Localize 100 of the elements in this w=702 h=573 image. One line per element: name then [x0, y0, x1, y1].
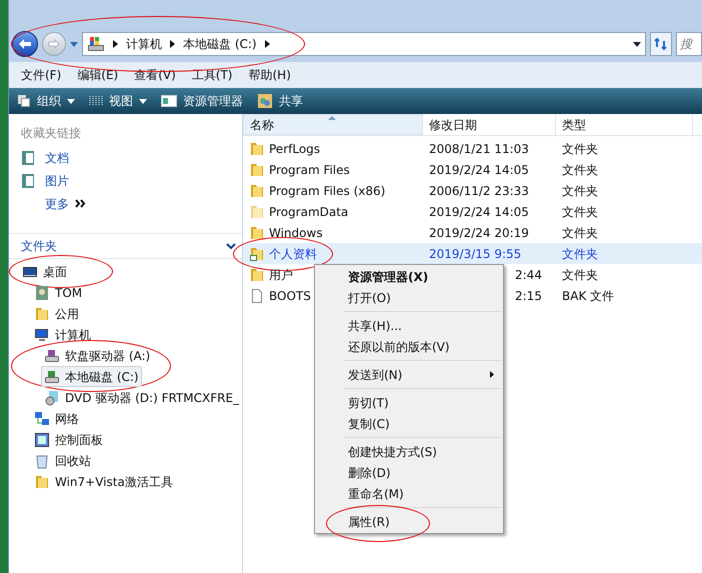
user-folder-icon [34, 284, 50, 300]
more-link[interactable]: 更多 [21, 192, 87, 215]
date-cell: 2019/2/24 14:05 [429, 204, 529, 218]
type-cell: 文件夹 [562, 226, 598, 240]
type-cell: BAK 文件 [562, 288, 614, 302]
folder-icon [249, 266, 265, 282]
file-name[interactable]: 用户 [269, 266, 293, 284]
folder-icon [249, 224, 265, 240]
favorite-link[interactable]: 图片 [21, 169, 242, 192]
forward-arrow-icon [48, 39, 60, 49]
date-cell: 2019/2/24 14:05 [429, 162, 529, 176]
drive-icon [44, 348, 60, 364]
file-name[interactable]: PerfLogs [269, 140, 320, 158]
date-cell: 2:15 [515, 288, 542, 302]
window-icon [161, 95, 177, 107]
context-menu-item[interactable]: 资源管理器(X) [344, 266, 502, 287]
tree-item[interactable]: 桌面 [19, 261, 70, 282]
dropdown-arrow-icon [67, 98, 75, 104]
file-name[interactable]: Program Files (x86) [269, 182, 386, 200]
tree-item[interactable]: 公用 [31, 303, 82, 324]
context-menu-item[interactable]: 共享(H)... [344, 315, 502, 336]
type-cell: 文件夹 [562, 246, 598, 260]
section-title: 文件夹 [21, 238, 58, 255]
toolbar-button[interactable]: 资源管理器 [161, 92, 243, 110]
submenu-arrow-icon [490, 371, 494, 378]
document-icon [21, 150, 37, 166]
column-header[interactable]: 修改日期 [423, 114, 556, 135]
type-cell: 文件夹 [562, 268, 598, 282]
tree-item[interactable]: 计算机 [31, 324, 94, 345]
chevron-right-icon[interactable] [170, 40, 175, 48]
tree-item[interactable]: 软盘驱动器 (A:) [41, 345, 154, 366]
context-menu-item[interactable]: 创建快捷方式(S) [344, 441, 502, 462]
toolbar-button[interactable]: 视图 [89, 92, 147, 110]
folder-icon [34, 474, 50, 490]
breadcrumb[interactable]: 本地磁盘 (C:) [183, 35, 257, 53]
menu-item[interactable]: 文件(F) [21, 66, 62, 84]
list-view-icon [89, 94, 103, 108]
back-button[interactable] [12, 31, 38, 57]
column-header[interactable]: 名称 [243, 114, 423, 135]
shortcut-folder-icon [249, 246, 265, 262]
file-name[interactable]: Program Files [269, 160, 350, 178]
double-chevron-icon [75, 199, 87, 208]
context-menu-item[interactable]: 复制(C) [344, 413, 502, 434]
back-arrow-icon [18, 38, 32, 50]
history-dropdown-icon[interactable] [70, 42, 78, 46]
context-menu-item[interactable]: 发送到(N) [344, 364, 502, 385]
context-menu-item[interactable]: 打开(O) [344, 287, 502, 308]
file-name[interactable]: BOOTS [269, 286, 311, 304]
type-cell: 文件夹 [562, 204, 598, 218]
section-title: 收藏夹链接 [21, 125, 82, 142]
address-bar[interactable]: 计算机 本地磁盘 (C:) [82, 32, 646, 56]
breadcrumb[interactable]: 计算机 [126, 35, 162, 53]
context-menu-item[interactable]: 属性(R) [344, 511, 502, 532]
tree-item[interactable]: DVD 驱动器 (D:) FRTMCXFRE_ [41, 387, 242, 408]
context-menu-item[interactable]: 删除(D) [344, 462, 502, 483]
sort-arrow-icon [328, 116, 336, 120]
recycle-bin-icon [34, 452, 50, 468]
dropdown-arrow-icon[interactable] [633, 42, 641, 46]
refresh-icon [654, 37, 668, 51]
date-cell: 2019/2/24 20:19 [429, 226, 529, 240]
tree-item[interactable]: Win7+Vista激活工具 [31, 471, 176, 492]
file-name[interactable]: 个人资料 [269, 244, 317, 262]
toolbar-button[interactable]: 组织 [17, 92, 75, 110]
folder-icon [249, 204, 265, 220]
network-icon [34, 410, 50, 426]
control-panel-icon [34, 432, 50, 448]
folder-icon [34, 306, 50, 322]
file-name[interactable]: Windows [269, 224, 323, 242]
date-cell: 2:44 [515, 268, 542, 282]
folder-icon [249, 182, 265, 198]
context-menu-item[interactable]: 还原以前的版本(V) [344, 336, 502, 357]
context-menu-item[interactable]: 剪切(T) [344, 392, 502, 413]
chevron-right-icon[interactable] [113, 40, 118, 48]
tree-item[interactable]: 控制面板 [31, 429, 106, 450]
dvd-drive-icon [44, 390, 60, 406]
folder-icon [249, 162, 265, 178]
search-field[interactable]: 搜 [676, 32, 702, 56]
type-cell: 文件夹 [562, 184, 598, 198]
file-name[interactable]: ProgramData [269, 202, 348, 220]
type-cell: 文件夹 [562, 142, 598, 156]
favorite-link[interactable]: 文档 [21, 146, 242, 169]
context-menu-item[interactable]: 重命名(M) [344, 483, 502, 504]
drive-icon [44, 368, 60, 384]
date-cell: 2008/1/21 11:03 [429, 142, 529, 156]
date-cell: 2006/11/2 23:33 [429, 184, 529, 198]
tree-item[interactable]: 网络 [31, 408, 82, 429]
tree-item[interactable]: 回收站 [31, 450, 94, 471]
type-cell: 文件夹 [562, 162, 598, 176]
toolbar-button[interactable]: 共享 [257, 92, 303, 110]
tree-item[interactable]: 本地磁盘 (C:) [41, 366, 142, 387]
chevron-right-icon[interactable] [264, 40, 270, 48]
computer-drive-icon [87, 36, 105, 52]
date-cell: 2019/3/15 9:55 [429, 246, 522, 260]
dropdown-arrow-icon [139, 98, 147, 104]
chevron-down-icon[interactable] [226, 242, 236, 250]
tree-item[interactable]: TOM [31, 282, 86, 303]
column-header[interactable]: 类型 [556, 114, 693, 135]
menu-item[interactable]: 帮助(H) [248, 66, 291, 84]
menu-item[interactable]: 编辑(E) [77, 66, 118, 84]
refresh-button[interactable] [650, 32, 672, 56]
